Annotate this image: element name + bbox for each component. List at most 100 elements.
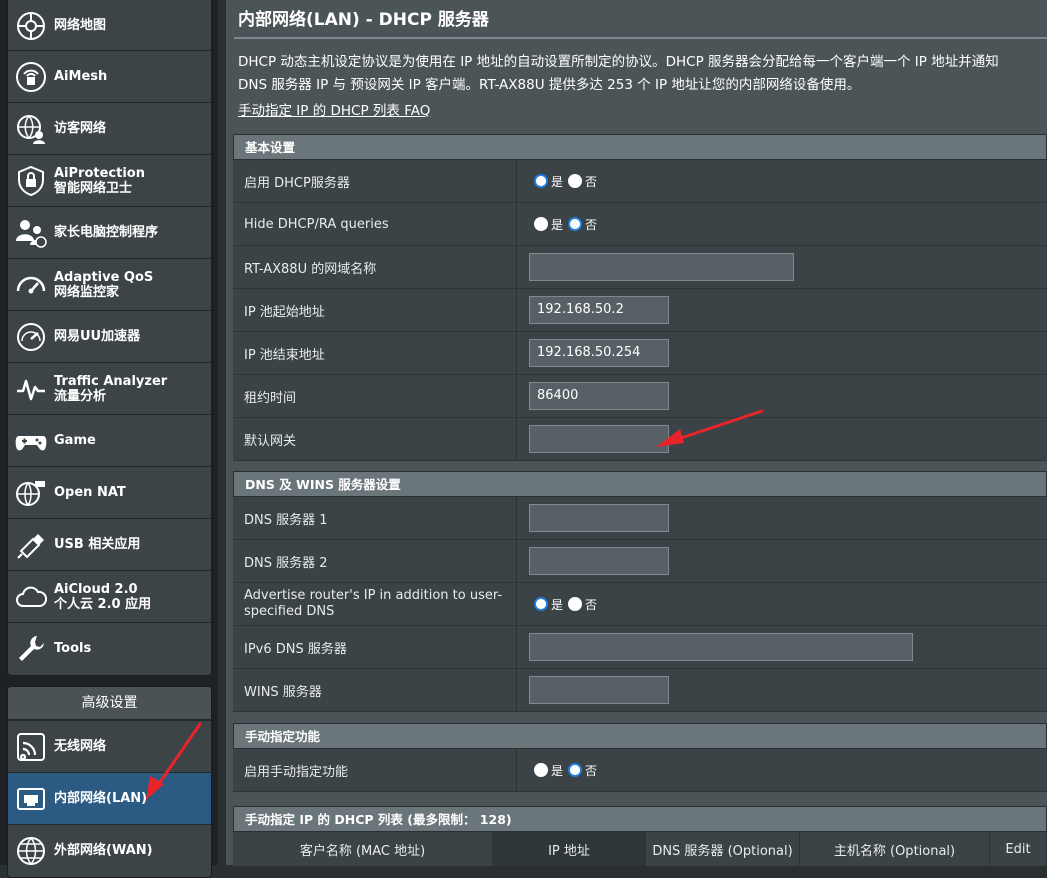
radio-label: 否 xyxy=(585,597,598,612)
radio-yes[interactable] xyxy=(534,763,548,777)
default-gateway-input[interactable] xyxy=(529,425,669,453)
sidebar-item-parental-control[interactable]: 家长电脑控制程序 xyxy=(8,206,211,258)
aimesh-icon xyxy=(16,61,46,92)
basic-settings-section: 基本设置 启用 DHCP服务器 是 否 Hide DHCP/RA queries… xyxy=(233,134,1047,461)
sidebar-item-label: 外部网络(WAN) xyxy=(54,843,153,858)
sidebar-item-game[interactable]: Game xyxy=(8,414,211,466)
cloud-icon xyxy=(16,586,47,607)
field-label: IP 池起始地址 xyxy=(233,289,517,331)
radio-label: 是 xyxy=(551,174,564,189)
radio-no[interactable] xyxy=(568,597,583,611)
ipv6-dns-row: IPv6 DNS 服务器 xyxy=(233,626,1047,669)
radio-label: 否 xyxy=(585,217,598,232)
parental-control-icon xyxy=(16,219,47,248)
field-label: 启用手动指定功能 xyxy=(233,749,517,791)
radio-yes[interactable] xyxy=(534,174,548,188)
ip-end-row: IP 池结束地址 192.168.50.254 xyxy=(233,332,1047,375)
dns-server-1-input[interactable] xyxy=(529,504,669,532)
sidebar-item-aiprotection[interactable]: AiProtection 智能网络卫士 xyxy=(8,154,211,206)
sidebar-item-uu-accelerator[interactable]: 网易UU加速器 xyxy=(8,310,211,362)
field-label: Hide DHCP/RA queries xyxy=(233,203,517,245)
radio-label: 是 xyxy=(551,763,564,778)
sidebar-item-network-map[interactable]: 网络地图 xyxy=(8,0,211,50)
section-header: DNS 及 WINS 服务器设置 xyxy=(233,471,1047,497)
lease-time-input[interactable]: 86400 xyxy=(529,382,669,410)
dns2-row: DNS 服务器 2 xyxy=(233,540,1047,583)
sidebar-item-open-nat[interactable]: Open NAT xyxy=(8,466,211,518)
sidebar-item-label: 访客网络 xyxy=(54,121,107,136)
radio-label: 否 xyxy=(585,763,598,778)
radio-label: 是 xyxy=(551,597,564,612)
radio-no[interactable] xyxy=(568,217,583,231)
sidebar-item-aicloud[interactable]: AiCloud 2.0 个人云 2.0 应用 xyxy=(8,570,211,622)
sidebar-item-label: AiCloud 2.0 个人云 2.0 应用 xyxy=(54,581,152,612)
sidebar-item-label: Adaptive QoS 网络监控家 xyxy=(54,269,154,300)
hide-dhcp-radio-group: 是 否 xyxy=(529,216,597,233)
field-label: IP 池结束地址 xyxy=(233,332,517,374)
field-label: DNS 服务器 1 xyxy=(233,497,517,539)
sidebar-item-label: USB 相关应用 xyxy=(54,537,141,552)
column-header-edit: Edit xyxy=(990,832,1047,866)
globe-icon xyxy=(17,836,45,865)
main-panel: 内部网络(LAN) - DHCP 服务器 DHCP 动态主机设定协议是为使用在 … xyxy=(226,0,1047,866)
radio-no[interactable] xyxy=(568,174,583,188)
field-label: RT-AX88U 的网域名称 xyxy=(233,246,517,288)
title-divider xyxy=(234,37,1047,39)
enable-dhcp-row: 启用 DHCP服务器 是 否 xyxy=(233,160,1047,203)
column-header-ip-address: IP 地址 xyxy=(493,832,646,866)
column-header-host-name: 主机名称 (Optional) xyxy=(800,832,990,866)
radio-yes[interactable] xyxy=(534,597,548,611)
sidebar-item-traffic-analyzer[interactable]: Traffic Analyzer 流量分析 xyxy=(8,362,211,414)
sidebar-item-lan[interactable]: 内部网络(LAN) xyxy=(8,772,211,824)
wireless-icon xyxy=(17,732,45,761)
lan-icon xyxy=(17,787,45,810)
radio-yes[interactable] xyxy=(534,217,548,231)
dhcp-faq-link[interactable]: 手动指定 IP 的 DHCP 列表 FAQ xyxy=(238,99,430,119)
ip-pool-end-input[interactable]: 192.168.50.254 xyxy=(529,339,669,367)
field-label: IPv6 DNS 服务器 xyxy=(233,626,517,668)
wins-row: WINS 服务器 xyxy=(233,669,1047,712)
ipv6-dns-input[interactable] xyxy=(529,633,913,661)
gauge-icon xyxy=(16,276,46,293)
column-header-dns-server: DNS 服务器 (Optional) xyxy=(646,832,800,866)
sidebar-item-wan[interactable]: 外部网络(WAN) xyxy=(8,824,211,876)
sidebar-item-label: AiProtection 智能网络卫士 xyxy=(54,165,145,196)
radio-label: 否 xyxy=(585,174,598,189)
ip-start-row: IP 池起始地址 192.168.50.2 xyxy=(233,289,1047,332)
dns-wins-section: DNS 及 WINS 服务器设置 DNS 服务器 1 DNS 服务器 2 Adv… xyxy=(233,471,1047,712)
sidebar-item-usb[interactable]: USB 相关应用 xyxy=(8,518,211,570)
sidebar-item-guest-network[interactable]: 访客网络 xyxy=(8,102,211,154)
speedometer-icon xyxy=(17,322,45,351)
sidebar-advanced-menu: 高级设置 无线网络 内部网络(LAN) 外部网络(WAN) xyxy=(7,686,212,878)
section-header: 基本设置 xyxy=(233,134,1047,160)
column-header-client-name: 客户名称 (MAC 地址) xyxy=(233,832,493,866)
dns-server-2-input[interactable] xyxy=(529,547,669,575)
advertise-router-ip-row: Advertise router's IP in addition to use… xyxy=(233,583,1047,626)
sidebar-item-label: Game xyxy=(54,433,96,448)
section-header: 手动指定功能 xyxy=(233,723,1047,749)
section-header: 手动指定 IP 的 DHCP 列表 (最多限制： 128) xyxy=(233,806,1047,832)
sidebar-item-label: Traffic Analyzer 流量分析 xyxy=(54,373,168,404)
wrench-icon xyxy=(19,635,44,661)
sidebar-item-label: 网易UU加速器 xyxy=(54,329,141,344)
sidebar-item-wireless[interactable]: 无线网络 xyxy=(8,720,211,772)
field-label: Advertise router's IP in addition to use… xyxy=(233,583,517,625)
sidebar-general-menu: 网络地图 AiMesh 访客网络 AiProtection 智能网络卫士 家长电脑… xyxy=(7,0,212,676)
network-map-icon xyxy=(17,11,45,40)
manual-assignment-radio-group: 是 否 xyxy=(529,762,597,779)
enable-manual-row: 启用手动指定功能 是 否 xyxy=(233,749,1047,792)
sidebar-item-tools[interactable]: Tools xyxy=(8,622,211,674)
sidebar-item-adaptive-qos[interactable]: Adaptive QoS 网络监控家 xyxy=(8,258,211,310)
ip-pool-start-input[interactable]: 192.168.50.2 xyxy=(529,296,669,324)
field-label: WINS 服务器 xyxy=(233,669,517,711)
sidebar-item-label: 家长电脑控制程序 xyxy=(54,225,159,240)
domain-name-row: RT-AX88U 的网域名称 xyxy=(233,246,1047,289)
radio-no[interactable] xyxy=(568,763,583,777)
guest-network-icon xyxy=(17,114,45,144)
open-nat-icon xyxy=(16,480,45,506)
wins-server-input[interactable] xyxy=(529,676,669,704)
sidebar-item-label: AiMesh xyxy=(54,69,108,84)
sidebar-item-aimesh[interactable]: AiMesh xyxy=(8,50,211,102)
default-gateway-row: 默认网关 xyxy=(233,418,1047,461)
domain-name-input[interactable] xyxy=(529,253,794,281)
